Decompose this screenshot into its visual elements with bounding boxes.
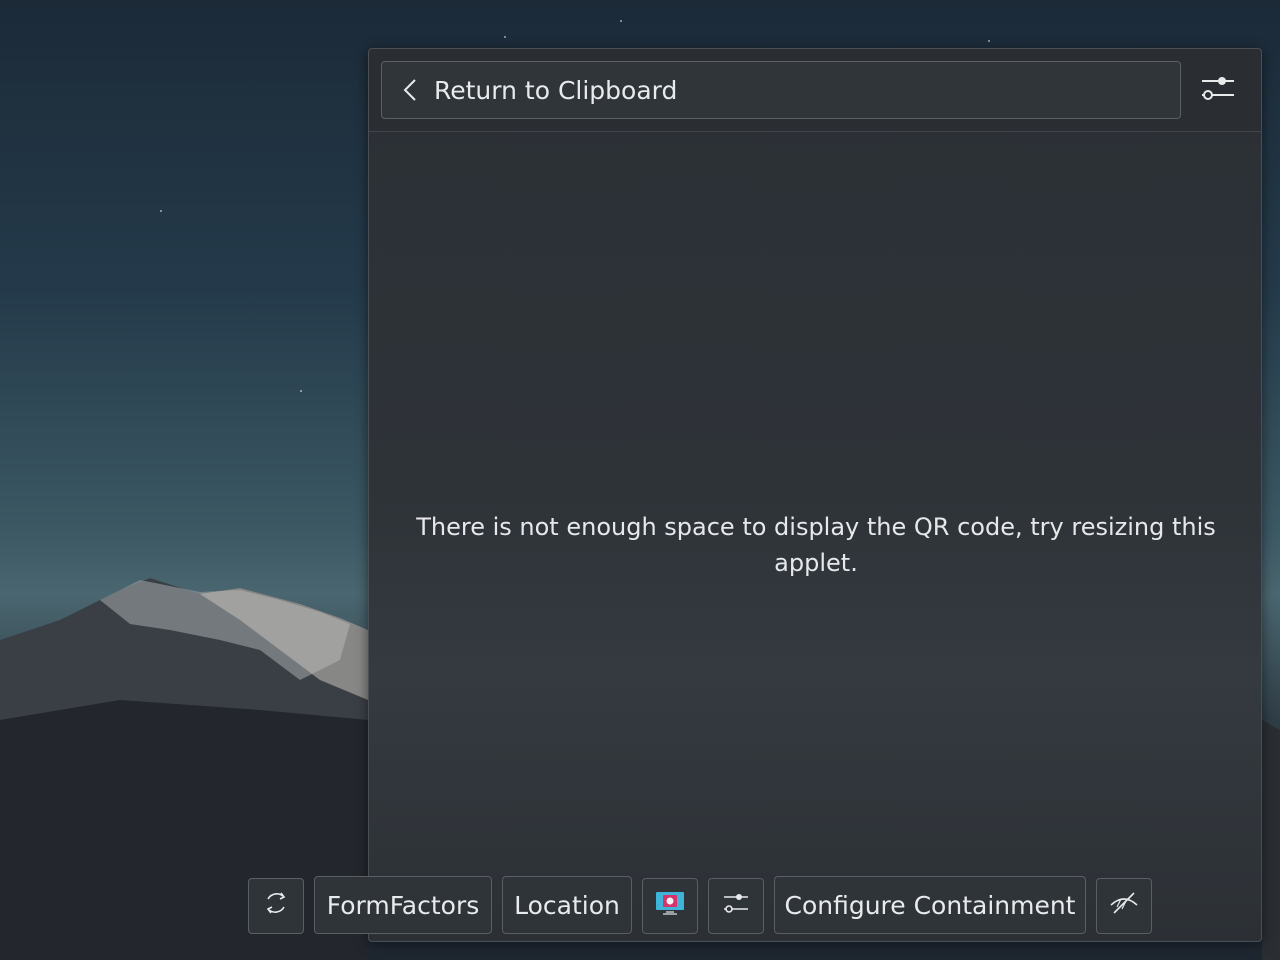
location-button[interactable]: Location — [502, 876, 632, 934]
settings-sliders-button[interactable] — [708, 878, 764, 934]
formfactors-button[interactable]: FormFactors — [314, 876, 492, 934]
refresh-button[interactable] — [248, 878, 304, 934]
plasmoid-debug-toolbar: FormFactors Location Configure Containme… — [0, 876, 1280, 936]
applet-header: Return to Clipboard — [369, 49, 1261, 132]
sliders-icon — [1200, 73, 1236, 107]
sliders-icon — [722, 890, 750, 922]
hide-button[interactable] — [1096, 878, 1152, 934]
return-to-clipboard-button[interactable]: Return to Clipboard — [381, 61, 1181, 119]
refresh-icon — [262, 889, 290, 923]
configure-containment-button[interactable]: Configure Containment — [774, 876, 1086, 934]
back-button-label: Return to Clipboard — [434, 75, 678, 105]
clipboard-applet-popup: Return to Clipboard There is not enough … — [368, 48, 1262, 942]
qr-space-message: There is not enough space to display the… — [416, 513, 1216, 577]
hidden-eye-icon — [1108, 889, 1140, 923]
chevron-left-icon — [398, 78, 422, 102]
screenshot-button[interactable] — [642, 878, 698, 934]
screenshot-monitor-icon — [654, 889, 686, 923]
configure-button[interactable] — [1195, 67, 1241, 113]
